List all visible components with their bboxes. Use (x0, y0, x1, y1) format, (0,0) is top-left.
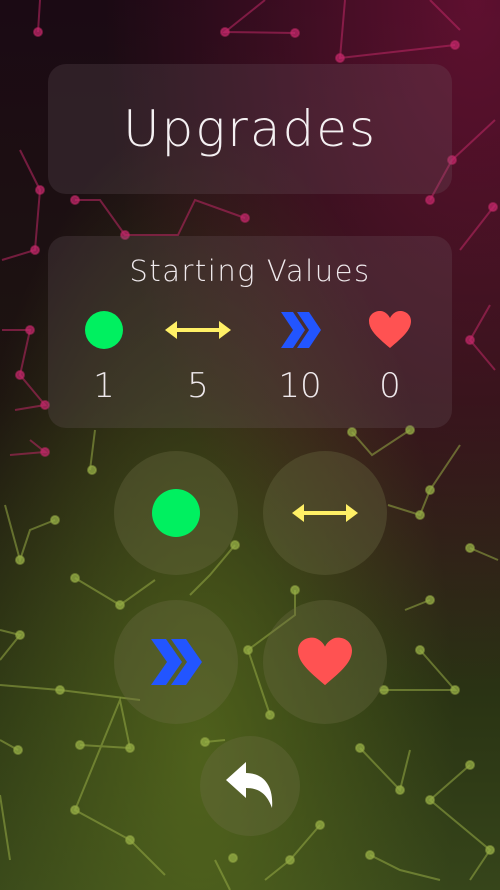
starting-value-circle: 1 (64, 308, 144, 406)
title-panel: Upgrades (48, 64, 452, 194)
starting-value-number: 5 (187, 366, 209, 406)
back-arrow-icon (226, 762, 273, 808)
starting-values-heading: Starting Values (129, 254, 371, 288)
upgrade-width-button[interactable] (263, 451, 387, 575)
double-arrow-icon (292, 504, 358, 522)
starting-value-number: 10 (278, 366, 322, 406)
upgrade-lives-button[interactable] (263, 600, 387, 724)
upgrade-speed-button[interactable] (114, 600, 238, 724)
speed-chevrons-icon (151, 639, 202, 685)
starting-value-width: 5 (158, 308, 238, 406)
green-circle-icon (152, 489, 200, 537)
heart-icon (298, 637, 352, 686)
heart-icon (369, 311, 411, 348)
back-button[interactable] (200, 736, 300, 836)
starting-value-number: 1 (93, 366, 115, 406)
double-arrow-icon (165, 321, 231, 339)
starting-value-speed: 10 (260, 308, 340, 406)
speed-chevrons-icon (281, 312, 321, 348)
green-circle-icon (85, 311, 123, 349)
starting-value-lives: 0 (350, 308, 430, 406)
page-title: Upgrades (122, 100, 378, 158)
starting-values-panel: Starting Values 1 5 10 0 (48, 236, 452, 428)
upgrade-circle-button[interactable] (114, 451, 238, 575)
starting-value-number: 0 (379, 366, 401, 406)
